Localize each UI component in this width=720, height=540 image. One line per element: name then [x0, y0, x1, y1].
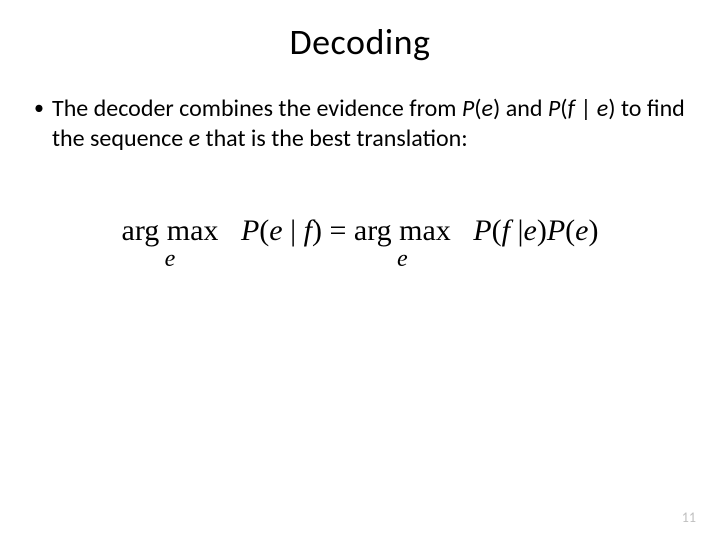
- pfe-open: (: [560, 94, 567, 123]
- pe-P: P: [462, 94, 474, 123]
- argmax-op-left: arg max: [122, 214, 219, 248]
- pfe-e: e: [597, 94, 608, 123]
- argmax-left: arg max e: [122, 214, 219, 248]
- equals: =: [329, 214, 353, 247]
- page-number: 11: [682, 509, 696, 526]
- open-left: (: [259, 214, 269, 247]
- close-left: ): [312, 214, 322, 247]
- bullet-pre: The decoder combines the evidence from: [52, 94, 462, 123]
- pfe-close: ): [608, 94, 615, 123]
- bar-mid: |: [510, 214, 524, 247]
- argmax-sub-left: e: [122, 246, 219, 273]
- e-right: e: [575, 214, 588, 247]
- bullet-dot-icon: •: [32, 94, 52, 122]
- slide: Decoding • The decoder combines the evid…: [0, 0, 720, 540]
- f-mid: f: [502, 214, 510, 247]
- bullet-text: The decoder combines the evidence from P…: [52, 94, 688, 154]
- formula-block: arg max e P(e | f) = arg max e P(f |e)P(…: [32, 214, 688, 248]
- open-right: (: [565, 214, 575, 247]
- P-left: P: [241, 214, 259, 247]
- f-left: f: [304, 214, 312, 247]
- pfe-P: P: [548, 94, 560, 123]
- slide-body: • The decoder combines the evidence from…: [0, 74, 720, 248]
- argmax-op-right: arg max: [354, 214, 451, 248]
- e-mid: e: [523, 214, 536, 247]
- bullet-and: and: [500, 94, 548, 123]
- bullet-item: • The decoder combines the evidence from…: [32, 94, 688, 154]
- bullet-post: that is the best translation:: [200, 124, 468, 153]
- argmax-right: arg max e: [354, 214, 451, 248]
- close-right: ): [588, 214, 598, 247]
- pfe-bar: |: [575, 94, 597, 123]
- pfe-f: f: [568, 94, 575, 123]
- argmax-sub-right: e: [354, 246, 451, 273]
- close-mid: ): [537, 214, 547, 247]
- P-right: P: [547, 214, 565, 247]
- slide-title: Decoding: [0, 0, 720, 74]
- pe-open: (: [474, 94, 481, 123]
- e-left: e: [269, 214, 282, 247]
- open-mid: (: [492, 214, 502, 247]
- pe-e: e: [482, 94, 493, 123]
- P-mid: P: [473, 214, 491, 247]
- bar-left: |: [283, 214, 304, 247]
- formula: arg max e P(e | f) = arg max e P(f |e)P(…: [122, 214, 599, 248]
- seq-e: e: [189, 124, 200, 153]
